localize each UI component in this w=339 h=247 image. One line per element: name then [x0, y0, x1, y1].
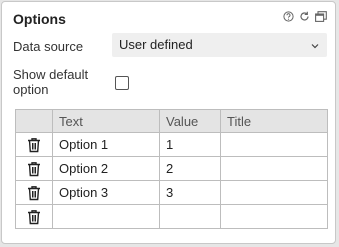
trash-icon: [28, 185, 40, 200]
chevron-down-icon: [310, 39, 320, 54]
options-panel: Options Data source User defined Show de…: [1, 1, 336, 244]
delete-row-button[interactable]: [15, 156, 53, 181]
delete-row-button[interactable]: [15, 132, 53, 157]
column-header-actions: [15, 109, 53, 133]
data-source-label: Data source: [13, 39, 84, 54]
show-default-label-line2: option: [13, 82, 49, 97]
table-row: [15, 204, 328, 229]
cell-value[interactable]: 1: [159, 132, 221, 157]
trash-icon: [28, 137, 40, 152]
cell-text[interactable]: Option 1: [52, 132, 160, 157]
table-header-row: Text Value Title: [15, 109, 328, 133]
column-header-value: Value: [159, 109, 221, 133]
cell-value[interactable]: [159, 204, 221, 229]
copy-icon[interactable]: [315, 11, 327, 22]
table-row: Option 2 2: [15, 156, 328, 181]
options-table: Text Value Title Option 1 1 Option 2 2 O…: [15, 109, 328, 229]
data-source-value: User defined: [119, 37, 193, 52]
header-icons: [283, 11, 327, 22]
refresh-icon[interactable]: [299, 11, 310, 22]
cell-title[interactable]: [220, 204, 328, 229]
delete-row-button[interactable]: [15, 180, 53, 205]
cell-value[interactable]: 3: [159, 180, 221, 205]
cell-text[interactable]: Option 3: [52, 180, 160, 205]
column-header-title: Title: [220, 109, 328, 133]
panel-title: Options: [13, 11, 66, 27]
cell-title[interactable]: [220, 180, 328, 205]
data-source-select[interactable]: User defined: [112, 33, 327, 57]
delete-row-button[interactable]: [15, 204, 53, 229]
trash-icon: [28, 209, 40, 224]
column-header-text: Text: [52, 109, 160, 133]
show-default-label-line1: Show default: [13, 67, 89, 82]
show-default-option-checkbox[interactable]: [115, 76, 129, 90]
table-row: Option 1 1: [15, 132, 328, 157]
help-icon[interactable]: [283, 11, 294, 22]
trash-icon: [28, 161, 40, 176]
cell-text[interactable]: [52, 204, 160, 229]
show-default-option-label: Show default option: [13, 67, 88, 97]
cell-title[interactable]: [220, 156, 328, 181]
cell-value[interactable]: 2: [159, 156, 221, 181]
cell-text[interactable]: Option 2: [52, 156, 160, 181]
table-row: Option 3 3: [15, 180, 328, 205]
cell-title[interactable]: [220, 132, 328, 157]
